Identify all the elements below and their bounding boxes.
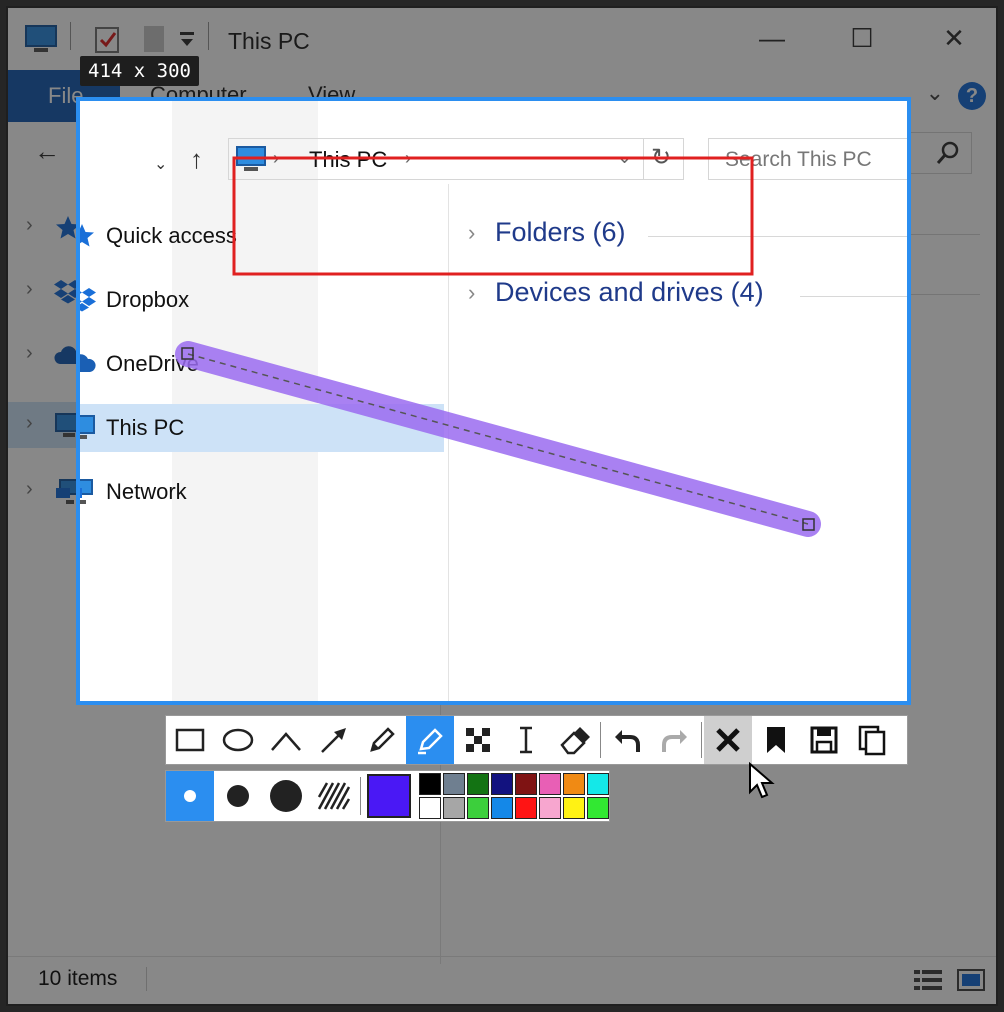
palette-swatch[interactable] bbox=[443, 773, 465, 795]
palette-swatch[interactable] bbox=[491, 797, 513, 819]
palette-swatch[interactable] bbox=[419, 773, 441, 795]
capture-region[interactable]: → ⌄ ↑ › This PC › ⌄ ↻ Search This PC Qui… bbox=[76, 97, 911, 705]
palette-swatch[interactable] bbox=[515, 773, 537, 795]
pencil-tool-icon[interactable] bbox=[358, 716, 406, 764]
polyline-tool-icon[interactable] bbox=[262, 716, 310, 764]
palette-swatch[interactable] bbox=[515, 797, 537, 819]
pin-bookmark-icon[interactable] bbox=[752, 716, 800, 764]
palette-swatch[interactable] bbox=[563, 797, 585, 819]
ellipse-tool-icon[interactable] bbox=[214, 716, 262, 764]
red-rectangle-annotation[interactable] bbox=[232, 156, 754, 276]
palette-swatch[interactable] bbox=[443, 797, 465, 819]
rectangle-tool-icon[interactable] bbox=[166, 716, 214, 764]
capture-size-badge: 414 x 300 bbox=[80, 56, 199, 86]
copy-icon[interactable] bbox=[848, 716, 896, 764]
save-icon[interactable] bbox=[800, 716, 848, 764]
style-toolbar bbox=[165, 770, 610, 822]
palette-swatch[interactable] bbox=[467, 797, 489, 819]
cancel-close-icon[interactable] bbox=[704, 716, 752, 764]
palette-swatch[interactable] bbox=[419, 797, 441, 819]
size-large-dot-icon[interactable] bbox=[262, 771, 310, 821]
current-color-swatch[interactable] bbox=[367, 774, 411, 818]
palette-swatch[interactable] bbox=[539, 773, 561, 795]
palette-swatch[interactable] bbox=[587, 773, 609, 795]
toolbar-separator bbox=[600, 722, 601, 758]
capture-preview: → ⌄ ↑ › This PC › ⌄ ↻ Search This PC Qui… bbox=[80, 101, 907, 701]
text-tool-icon[interactable] bbox=[502, 716, 550, 764]
color-palette bbox=[419, 773, 609, 821]
size-small-dot-icon[interactable] bbox=[166, 771, 214, 821]
size-medium-dot-icon[interactable] bbox=[214, 771, 262, 821]
palette-swatch[interactable] bbox=[539, 797, 561, 819]
mosaic-tool-icon[interactable] bbox=[454, 716, 502, 764]
eraser-tool-icon[interactable] bbox=[550, 716, 598, 764]
annotation-toolbar bbox=[165, 715, 908, 765]
highlighter-tool-icon[interactable] bbox=[406, 716, 454, 764]
redo-icon[interactable] bbox=[651, 716, 699, 764]
mouse-pointer-icon bbox=[748, 761, 778, 807]
palette-swatch[interactable] bbox=[563, 773, 585, 795]
toolbar-separator bbox=[701, 722, 702, 758]
arrow-tool-icon[interactable] bbox=[310, 716, 358, 764]
palette-swatch[interactable] bbox=[467, 773, 489, 795]
hatched-fill-icon[interactable] bbox=[310, 771, 358, 821]
palette-swatch[interactable] bbox=[587, 797, 609, 819]
undo-icon[interactable] bbox=[603, 716, 651, 764]
palette-swatch[interactable] bbox=[491, 773, 513, 795]
annotation-layer bbox=[175, 156, 821, 537]
toolbar-separator bbox=[360, 777, 361, 815]
